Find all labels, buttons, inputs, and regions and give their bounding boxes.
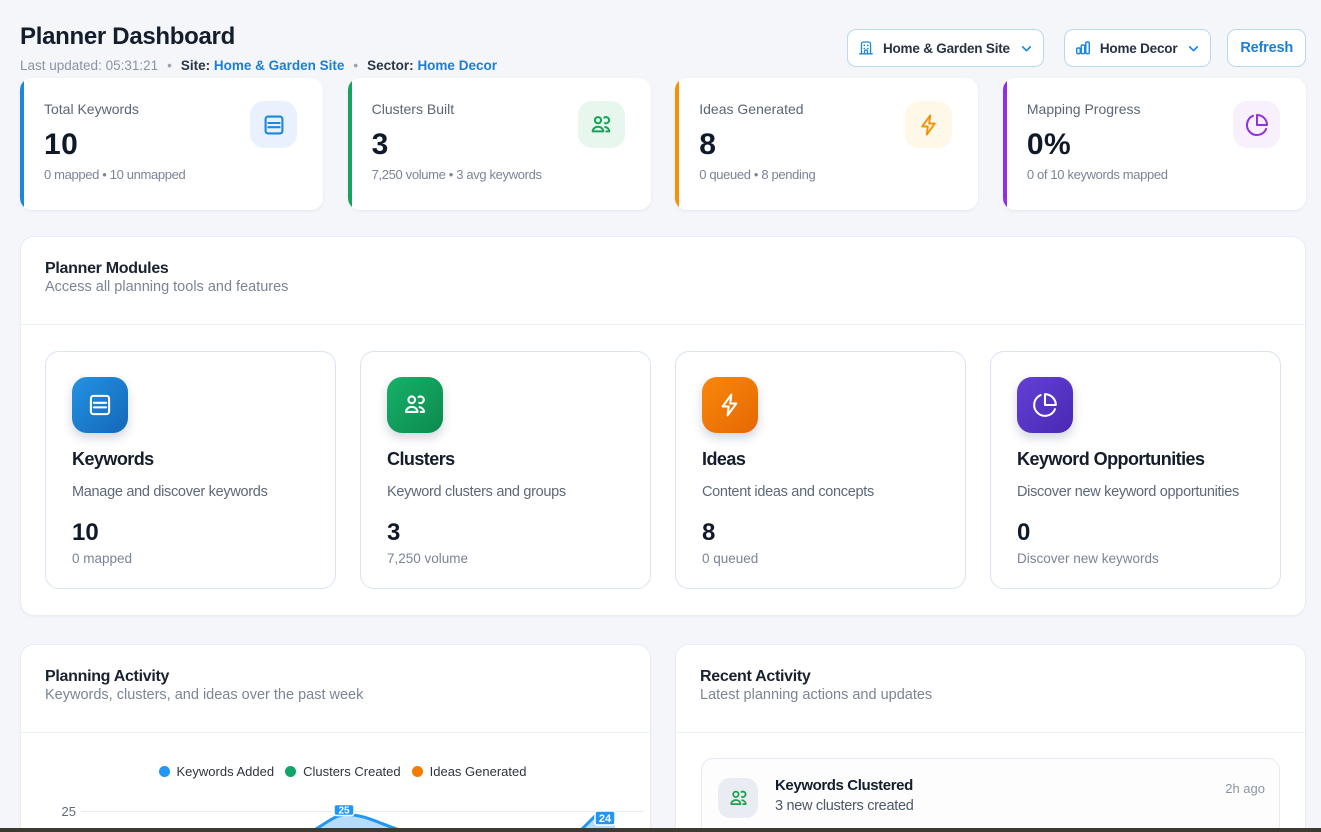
svg-text:25: 25 <box>62 804 76 819</box>
svg-text:24: 24 <box>599 813 612 825</box>
svg-text:25: 25 <box>338 806 350 817</box>
